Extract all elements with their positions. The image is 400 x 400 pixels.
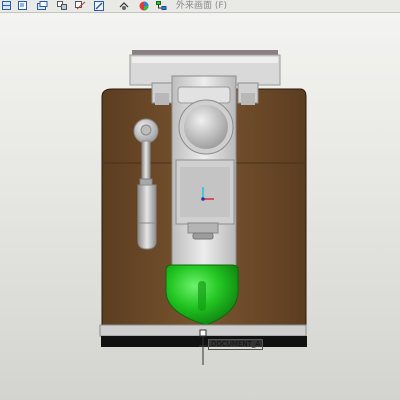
datum-label[interactable]: DOCUMENT_A — [208, 339, 264, 350]
zoom-window-icon[interactable] — [16, 0, 29, 11]
dial-knob[interactable] — [178, 99, 234, 155]
view-icon[interactable] — [0, 0, 13, 11]
appearance-icon[interactable] — [118, 0, 131, 11]
coffee-machine-model[interactable] — [0, 13, 400, 400]
toolbar-label[interactable]: 外来画面 (F) — [176, 0, 227, 11]
saved-views-icon[interactable] — [36, 0, 49, 11]
graphics-viewport[interactable]: DOCUMENT_A — [0, 13, 400, 400]
layers-icon[interactable] — [56, 0, 69, 11]
toolbar: 外来画面 (F) — [0, 0, 400, 13]
spin-icon[interactable] — [92, 0, 105, 11]
layer-tree-icon[interactable] — [155, 0, 168, 11]
model-tree-icon[interactable] — [137, 0, 150, 11]
sketch-icon[interactable] — [74, 0, 87, 11]
